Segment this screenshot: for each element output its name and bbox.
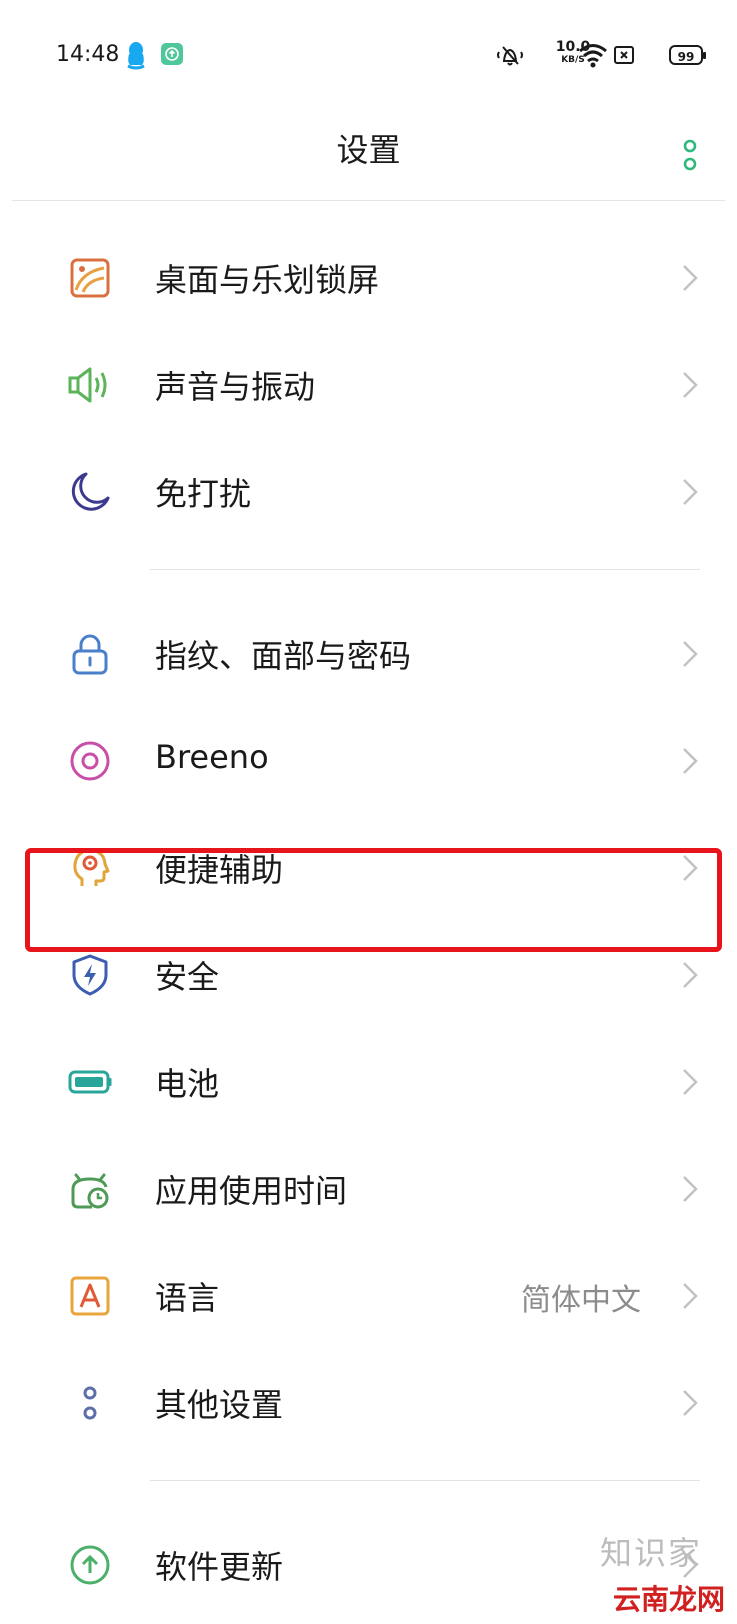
chevron-right-icon [683,1176,698,1202]
chevron-right-icon [683,962,698,988]
wifi-icon [579,44,607,68]
battery-indicator: 99 [669,45,706,65]
settings-item-app-usage-time[interactable]: 应用使用时间 [0,1132,737,1242]
settings-item-do-not-disturb[interactable]: 免打扰 [0,435,737,545]
settings-item-label: 应用使用时间 [155,1172,348,1210]
settings-item-label: 桌面与乐划锁屏 [155,261,380,299]
section-divider [150,1480,700,1481]
chevron-right-icon [683,265,698,291]
settings-item-desktop-lockscreen[interactable]: 桌面与乐划锁屏 [0,221,737,331]
settings-item-label: 声音与振动 [155,368,316,406]
chevron-right-icon [683,1069,698,1095]
language-current-value: 简体中文 [521,1283,641,1318]
chevron-right-icon [683,641,698,667]
moon-icon [71,472,110,511]
settings-item-fingerprint-face-password[interactable]: 指纹、面部与密码 [0,597,737,707]
settings-item-label: 电池 [155,1065,220,1103]
upload-notification-icon [161,43,183,65]
more-settings-icon [83,1386,97,1420]
status-time: 14:48 [56,42,120,67]
status-bar: 14:48 10.0 KB/S 99 [0,0,737,110]
settings-item-label: 安全 [155,958,220,996]
shield-icon [72,954,108,996]
settings-item-security[interactable]: 安全 [0,918,737,1028]
chevron-right-icon [683,479,698,505]
header-divider [12,200,725,201]
settings-item-other-settings[interactable]: 其他设置 [0,1346,737,1456]
settings-item-label: 语言 [155,1279,220,1317]
chevron-right-icon [683,1283,698,1309]
chevron-right-icon [683,748,698,774]
settings-item-label: 其他设置 [155,1386,284,1424]
wallpaper-icon [70,258,110,298]
battery-icon [68,1070,112,1094]
settings-item-label: Breeno [155,738,269,776]
settings-item-sound-vibration[interactable]: 声音与振动 [0,328,737,438]
settings-item-breeno[interactable]: Breeno [0,704,737,814]
watermark-subtext: 知识家 [599,1534,702,1572]
settings-item-label: 指纹、面部与密码 [155,637,412,675]
mute-bell-icon [497,46,523,66]
section-divider [150,569,700,570]
watermark: 云南龙网 [612,1583,725,1616]
language-icon [70,1276,110,1316]
chevron-right-icon [683,372,698,398]
page-title: 设置 [336,131,401,169]
no-sim-icon [614,46,634,64]
settings-item-label: 软件更新 [155,1548,284,1586]
speaker-icon [68,367,107,403]
more-options-icon[interactable] [680,137,700,173]
app-timer-icon [71,1173,109,1209]
settings-item-battery[interactable]: 电池 [0,1025,737,1135]
lock-icon [72,634,108,675]
qq-icon [127,42,145,70]
settings-item-language[interactable]: 语言 简体中文 [0,1239,737,1349]
chevron-right-icon [683,1390,698,1416]
update-icon [70,1545,110,1585]
settings-item-label: 免打扰 [155,475,252,513]
breeno-icon [70,741,110,781]
